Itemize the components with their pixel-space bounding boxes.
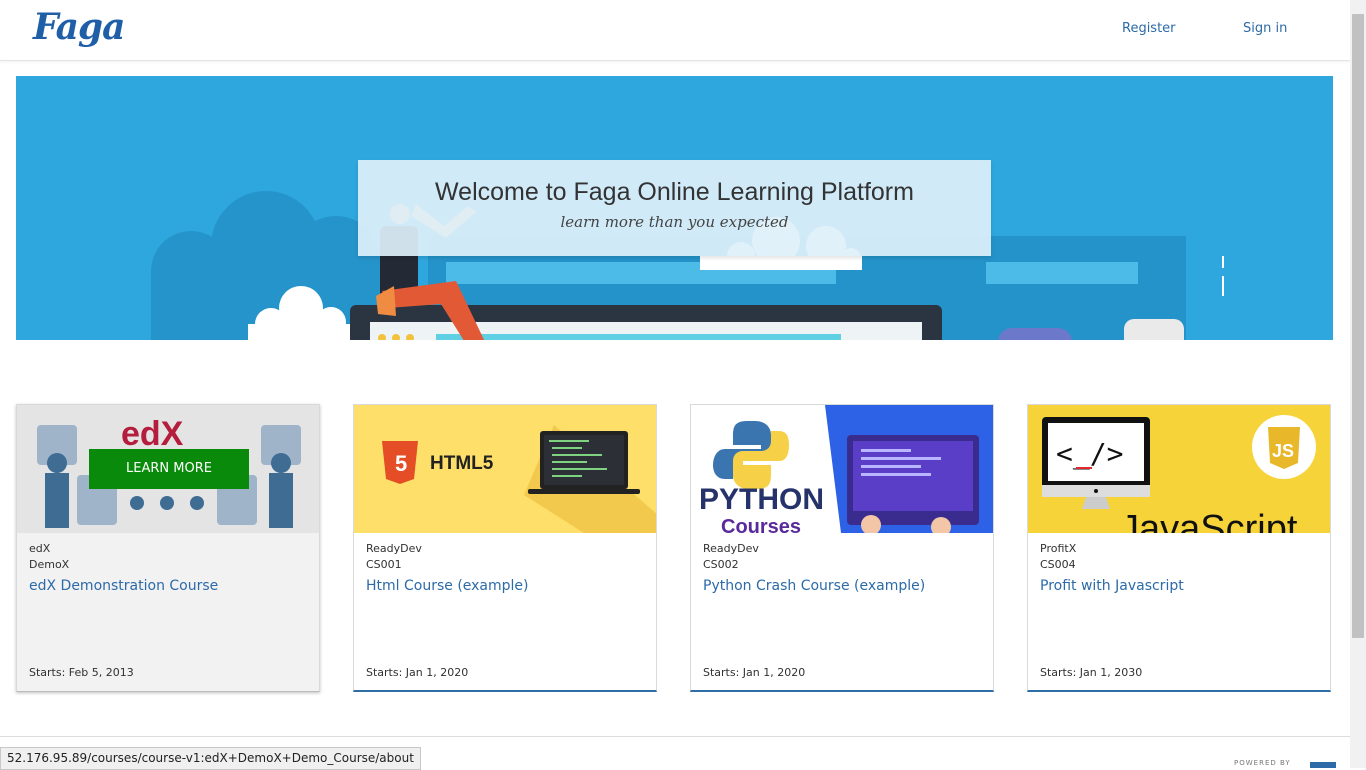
course-card-javascript[interactable]: <_/> JS JavaScript ProfitX CS004 Profit … [1027, 404, 1331, 692]
course-code: CS001 [366, 558, 402, 571]
edx-logo-text: edX [121, 415, 184, 453]
python-image: PYTHON Courses [691, 405, 993, 533]
course-start-date: Starts: Jan 1, 2020 [703, 666, 806, 679]
open-edx-logo[interactable] [1310, 762, 1336, 768]
javascript-image: <_/> JS JavaScript [1028, 405, 1330, 533]
course-title-link[interactable]: edX Demonstration Course [29, 578, 218, 594]
course-org: edX [29, 542, 51, 555]
page-scrollbar[interactable] [1350, 0, 1366, 768]
course-title-link[interactable]: Profit with Javascript [1040, 578, 1184, 594]
faga-logo[interactable]: Faga [33, 6, 125, 48]
course-card-edx-demo[interactable]: edX LEARN MORE edX DemoX edX Demonstrati… [16, 404, 320, 692]
javascript-label: JavaScript [1120, 508, 1298, 533]
footer-divider [0, 736, 1350, 737]
scrollbar-thumb[interactable] [1352, 14, 1364, 638]
course-start-date: Starts: Jan 1, 2030 [1040, 666, 1143, 679]
course-title-link[interactable]: Html Course (example) [366, 578, 529, 594]
course-title-link[interactable]: Python Crash Course (example) [703, 578, 925, 594]
course-code: DemoX [29, 558, 70, 571]
python-label: PYTHON [699, 483, 824, 516]
hero-title: Welcome to Faga Online Learning Platform [435, 178, 914, 206]
learn-more-button[interactable]: LEARN MORE [89, 449, 249, 489]
sign-in-link[interactable]: Sign in [1243, 21, 1287, 36]
course-org: ReadyDev [366, 542, 422, 555]
course-image-edx[interactable]: edX LEARN MORE [17, 405, 319, 533]
hero-subtitle: learn more than you expected [560, 213, 789, 231]
course-card-python[interactable]: PYTHON Courses ReadyDev CS002 Python Cra… [690, 404, 994, 692]
course-org: ProfitX [1040, 542, 1077, 555]
html5-label: HTML5 [430, 453, 494, 474]
course-image-html[interactable]: 5 HTML5 [354, 405, 656, 533]
course-start-date: Starts: Jan 1, 2020 [366, 666, 469, 679]
powered-by-label: POWERED BY [1234, 759, 1291, 767]
hero-banner: Welcome to Faga Online Learning Platform… [16, 76, 1333, 340]
register-link[interactable]: Register [1122, 21, 1176, 36]
svg-text:5: 5 [395, 451, 407, 476]
course-image-javascript[interactable]: <_/> JS JavaScript [1028, 405, 1330, 533]
html5-image: 5 HTML5 [354, 405, 656, 533]
python-sublabel: Courses [721, 516, 801, 533]
course-card-html[interactable]: 5 HTML5 ReadyDev CS001 Html Course (exam… [353, 404, 657, 692]
js-badge-text: JS [1272, 441, 1294, 461]
hero-title-box: Welcome to Faga Online Learning Platform… [358, 160, 991, 256]
course-org: ReadyDev [703, 542, 759, 555]
course-image-python[interactable]: PYTHON Courses [691, 405, 993, 533]
status-bar-url: 52.176.95.89/courses/course-v1:edX+DemoX… [0, 747, 421, 770]
course-code: CS004 [1040, 558, 1076, 571]
course-code: CS002 [703, 558, 739, 571]
course-start-date: Starts: Feb 5, 2013 [29, 666, 134, 679]
code-tag-icon: <_/> [1056, 437, 1123, 471]
site-header: Faga Register Sign in [0, 0, 1350, 61]
